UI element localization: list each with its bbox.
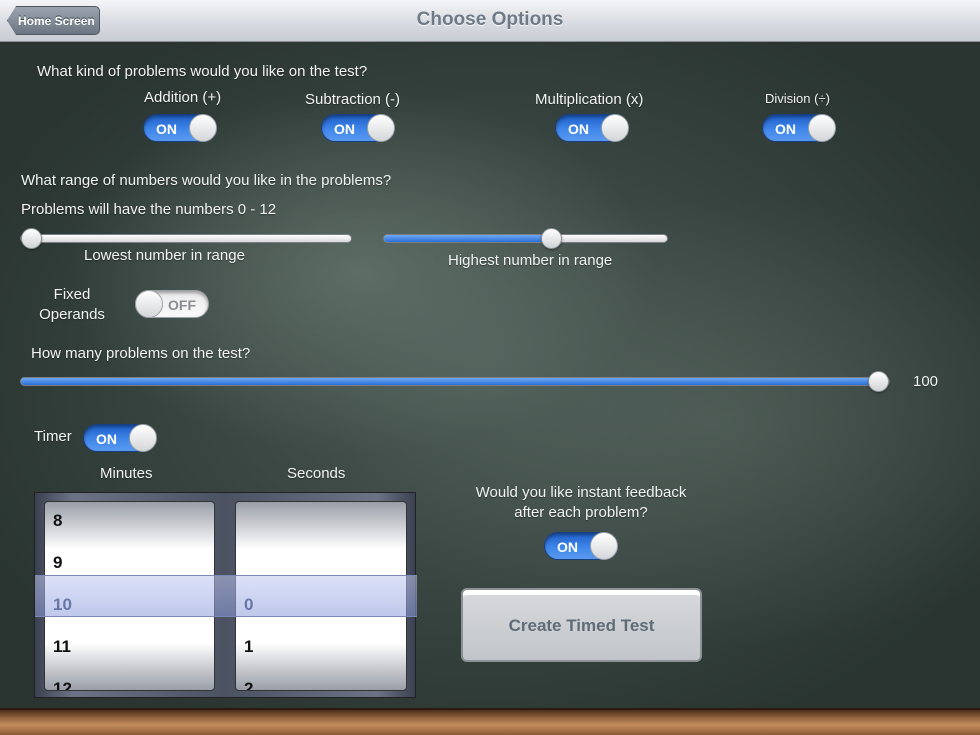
minutes-row[interactable]: 9 — [45, 542, 214, 584]
feedback-question: Would you like instant feedback after ea… — [441, 484, 721, 521]
toggle-knob — [129, 424, 157, 452]
slider-knob[interactable] — [868, 371, 889, 392]
addition-toggle[interactable]: ON — [143, 114, 217, 142]
toggle-knob — [808, 114, 836, 142]
lowest-number-label: Lowest number in range — [84, 247, 245, 264]
subtraction-label: Subtraction (-) — [305, 91, 401, 108]
toggle-state: OFF — [168, 297, 196, 313]
division-toggle[interactable]: ON — [762, 114, 836, 142]
fixed-operands-label-line1: Fixed — [53, 286, 91, 303]
slider-fill — [384, 235, 551, 242]
subtraction-toggle[interactable]: ON — [321, 114, 395, 142]
minutes-row[interactable]: 8 — [45, 502, 214, 542]
toggle-state: ON — [568, 121, 589, 137]
toggle-knob — [367, 114, 395, 142]
multiplication-toggle[interactable]: ON — [555, 114, 629, 142]
navigation-bar: Home Screen Choose Options — [0, 0, 980, 42]
minutes-row-selected[interactable]: 10 — [45, 584, 214, 626]
count-question: How many problems on the test? — [31, 345, 251, 362]
seconds-row[interactable] — [236, 502, 406, 542]
toggle-state: ON — [96, 431, 117, 447]
toggle-state: ON — [775, 121, 796, 137]
minutes-row[interactable]: 11 — [45, 626, 214, 668]
slider-knob[interactable] — [541, 228, 562, 249]
seconds-row[interactable]: 1 — [236, 626, 406, 668]
timer-label: Timer — [34, 428, 72, 445]
range-question: What range of numbers would you like in … — [21, 172, 392, 189]
problem-count-value: 100 — [913, 373, 939, 390]
seconds-row-selected[interactable]: 0 — [236, 584, 406, 626]
minutes-header: Minutes — [100, 465, 153, 482]
page-title: Choose Options — [416, 9, 564, 30]
toggle-state: ON — [334, 121, 355, 137]
division-label: Division (÷) — [765, 91, 830, 106]
toggle-state: ON — [156, 121, 177, 137]
range-summary: Problems will have the numbers 0 - 12 — [21, 201, 277, 218]
slider-knob[interactable] — [21, 228, 42, 249]
multiplication-label: Multiplication (x) — [535, 91, 644, 108]
chalk-tray — [0, 708, 980, 735]
time-picker: 8 9 10 11 12 0 1 2 — [34, 492, 417, 698]
minutes-row[interactable]: 12 — [45, 668, 214, 690]
slider-fill — [21, 378, 878, 385]
timer-toggle[interactable]: ON — [83, 424, 157, 452]
fixed-operands-label-line2: Operands — [39, 306, 105, 323]
addition-label: Addition (+) — [144, 89, 222, 106]
lowest-number-slider[interactable] — [20, 228, 352, 249]
toggle-knob — [189, 114, 217, 142]
fixed-operands-label: Fixed Operands — [33, 286, 111, 323]
feedback-question-line2: after each problem? — [514, 504, 648, 521]
create-timed-test-button[interactable]: Create Timed Test — [461, 588, 702, 662]
problem-count-slider[interactable] — [20, 371, 890, 392]
highest-number-label: Highest number in range — [448, 252, 613, 269]
operations-question: What kind of problems would you like on … — [37, 63, 368, 80]
toggle-knob — [590, 532, 618, 560]
seconds-header: Seconds — [287, 465, 346, 482]
seconds-row[interactable]: 2 — [236, 668, 406, 690]
fixed-operands-toggle[interactable]: OFF — [135, 290, 209, 318]
toggle-state: ON — [557, 539, 578, 555]
highest-number-slider[interactable] — [383, 228, 668, 249]
feedback-toggle[interactable]: ON — [544, 532, 618, 560]
minutes-wheel[interactable]: 8 9 10 11 12 — [44, 501, 215, 691]
seconds-wheel[interactable]: 0 1 2 — [235, 501, 407, 691]
toggle-knob — [601, 114, 629, 142]
seconds-row[interactable] — [236, 542, 406, 584]
feedback-question-line1: Would you like instant feedback — [475, 484, 687, 501]
toggle-knob — [135, 290, 163, 318]
